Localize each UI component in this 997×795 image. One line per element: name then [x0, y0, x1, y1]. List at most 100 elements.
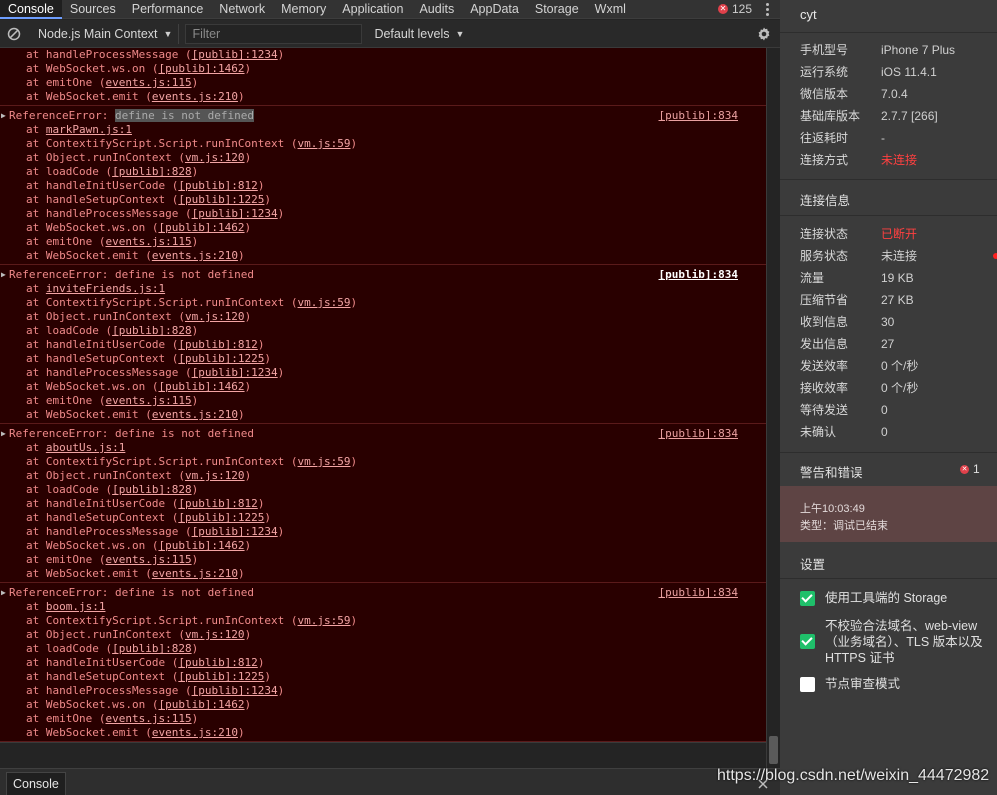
warnings-counter[interactable]: ✕ 1 — [960, 462, 980, 476]
info-row: 手机型号 iPhone 7 Plus — [800, 42, 990, 58]
source-link[interactable]: [publib]:1234 — [192, 48, 278, 61]
expand-arrow-icon[interactable]: ▶ — [1, 586, 6, 600]
source-link[interactable]: [publib]:1234 — [192, 525, 278, 538]
source-link[interactable]: inviteFriends.js:1 — [46, 282, 165, 295]
source-link[interactable]: events.js:115 — [105, 712, 191, 725]
source-link[interactable]: [publib]:812 — [178, 497, 257, 510]
error-message[interactable]: ▶ ReferenceError: define is not defined — [0, 109, 766, 123]
stack-frame-text: ) — [191, 642, 199, 655]
source-link[interactable]: [publib]:1234 — [192, 207, 278, 220]
source-link[interactable]: [publib]:828 — [112, 483, 191, 496]
tab-application[interactable]: Application — [334, 0, 411, 19]
checkbox-checked[interactable] — [800, 634, 815, 649]
stack-frame: at emitOne (events.js:115) — [0, 553, 766, 567]
tab-wxml[interactable]: Wxml — [587, 0, 634, 19]
stack-frame-text: at emitOne ( — [26, 394, 106, 407]
source-link[interactable]: boom.js:1 — [46, 600, 106, 613]
source-link[interactable]: [publib]:1462 — [158, 221, 244, 234]
source-link[interactable]: [publib]:1462 — [158, 62, 244, 75]
stack-frame-text: at emitOne ( — [26, 553, 106, 566]
source-link[interactable]: [publib]:1234 — [192, 366, 278, 379]
source-link[interactable]: [publib]:812 — [178, 179, 257, 192]
error-message-highlight: define is not defined — [114, 109, 255, 122]
tab-network[interactable]: Network — [211, 0, 273, 19]
source-link[interactable]: events.js:115 — [105, 394, 191, 407]
tab-console[interactable]: Console — [0, 0, 62, 19]
more-options-icon[interactable] — [760, 0, 774, 19]
info-value: 2.7.7 [266] — [881, 109, 938, 123]
console-prompt[interactable] — [0, 742, 766, 768]
source-link[interactable]: [publib]:1462 — [158, 539, 244, 552]
source-link[interactable]: vm.js:59 — [298, 614, 351, 627]
stack-frame-text: ) — [257, 497, 265, 510]
source-link[interactable]: [publib]:1225 — [178, 352, 264, 365]
source-link[interactable]: [publib]:828 — [112, 324, 191, 337]
source-link[interactable]: vm.js:59 — [298, 137, 351, 150]
stack-frame-text: at WebSocket.ws.on ( — [26, 380, 159, 393]
source-link[interactable]: [publib]:1225 — [178, 193, 264, 206]
expand-arrow-icon[interactable]: ▶ — [1, 109, 6, 123]
stack-frame-text: ) — [350, 296, 358, 309]
source-link[interactable]: events.js:115 — [105, 553, 191, 566]
warnings-count: 1 — [973, 462, 980, 476]
error-counter[interactable]: ✕ 125 — [714, 0, 760, 19]
source-link[interactable]: events.js:115 — [105, 76, 191, 89]
context-select[interactable]: Node.js Main Context ▼ — [32, 23, 180, 44]
checkbox-checked[interactable] — [800, 591, 815, 606]
log-entry[interactable]: 上午10:03:49 类型：调试已结束 — [780, 486, 997, 542]
source-link[interactable]: [publib]:1462 — [158, 698, 244, 711]
gear-icon[interactable] — [756, 26, 772, 42]
info-key: 运行系统 — [800, 65, 849, 79]
source-link[interactable]: [publib]:1225 — [178, 670, 264, 683]
log-levels-select[interactable]: Default levels ▼ — [368, 24, 470, 44]
source-link[interactable]: [publib]:1462 — [158, 380, 244, 393]
tab-audits[interactable]: Audits — [411, 0, 462, 19]
tab-appdata[interactable]: AppData — [462, 0, 527, 19]
info-value: 0 个/秒 — [881, 359, 919, 373]
stack-frame-text: ) — [264, 352, 272, 365]
source-link[interactable]: events.js:210 — [152, 408, 238, 421]
error-source-link[interactable]: [publib]:834 — [659, 109, 738, 123]
source-link[interactable]: vm.js:120 — [185, 469, 245, 482]
stack-frame-text: at handleSetupContext ( — [26, 193, 179, 206]
source-link[interactable]: events.js:210 — [152, 90, 238, 103]
expand-arrow-icon[interactable]: ▶ — [1, 268, 6, 282]
tab-storage[interactable]: Storage — [527, 0, 587, 19]
console-scrollbar[interactable] — [766, 48, 780, 768]
source-link[interactable]: vm.js:120 — [185, 628, 245, 641]
error-message[interactable]: ▶ ReferenceError: define is not defined — [0, 268, 766, 282]
stack-frame: at loadCode ([publib]:828) — [0, 324, 766, 338]
tab-performance[interactable]: Performance — [124, 0, 212, 19]
source-link[interactable]: events.js:210 — [152, 567, 238, 580]
tab-sources[interactable]: Sources — [62, 0, 124, 19]
expand-arrow-icon[interactable]: ▶ — [1, 427, 6, 441]
source-link[interactable]: vm.js:59 — [298, 455, 351, 468]
source-link[interactable]: events.js:210 — [152, 726, 238, 739]
source-link[interactable]: [publib]:828 — [112, 165, 191, 178]
log-type: 类型：调试已结束 — [800, 520, 888, 532]
tab-memory[interactable]: Memory — [273, 0, 334, 19]
filter-input[interactable] — [185, 23, 363, 44]
scrollbar-thumb[interactable] — [769, 736, 778, 764]
source-link[interactable]: vm.js:120 — [185, 151, 245, 164]
source-link[interactable]: events.js:210 — [152, 249, 238, 262]
source-link[interactable]: [publib]:812 — [178, 338, 257, 351]
source-link[interactable]: [publib]:812 — [178, 656, 257, 669]
source-link[interactable]: aboutUs.js:1 — [46, 441, 125, 454]
error-message[interactable]: ▶ ReferenceError: define is not defined — [0, 427, 766, 441]
source-link[interactable]: markPawn.js:1 — [46, 123, 132, 136]
source-link[interactable]: [publib]:1225 — [178, 511, 264, 524]
drawer-tab-console[interactable]: Console — [6, 772, 66, 795]
source-link[interactable]: vm.js:120 — [185, 310, 245, 323]
error-source-link[interactable]: [publib]:834 — [659, 427, 738, 441]
source-link[interactable]: vm.js:59 — [298, 296, 351, 309]
error-source-link[interactable]: [publib]:834 — [659, 268, 738, 282]
clear-console-icon[interactable] — [6, 26, 22, 42]
checkbox-unchecked[interactable] — [800, 677, 815, 692]
status-dot-icon — [993, 253, 997, 259]
error-source-link[interactable]: [publib]:834 — [659, 586, 738, 600]
error-message[interactable]: ▶ ReferenceError: define is not defined — [0, 586, 766, 600]
source-link[interactable]: events.js:115 — [105, 235, 191, 248]
source-link[interactable]: [publib]:828 — [112, 642, 191, 655]
source-link[interactable]: [publib]:1234 — [192, 684, 278, 697]
